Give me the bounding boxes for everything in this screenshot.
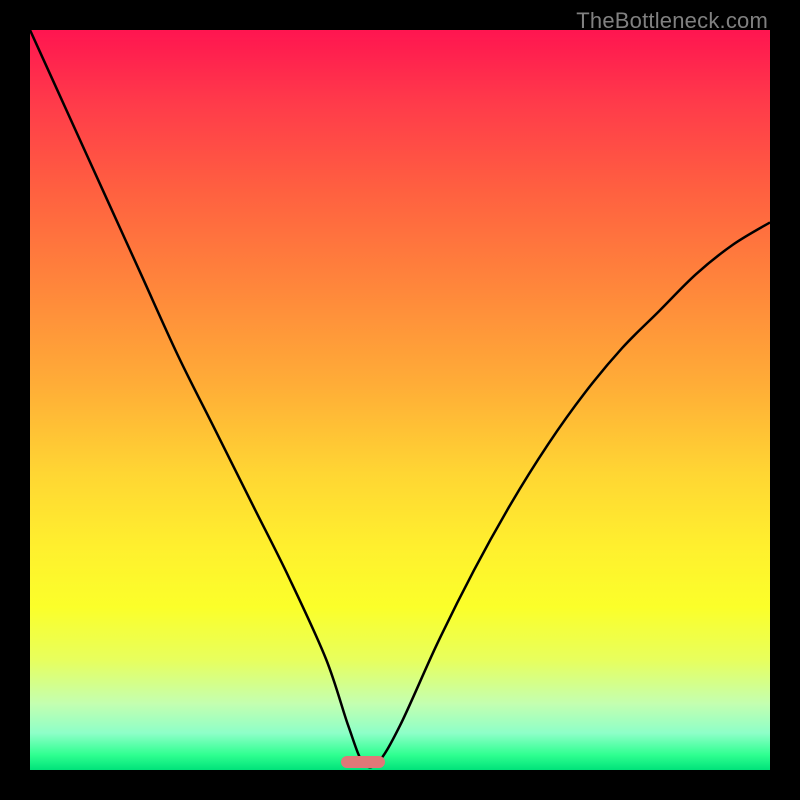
chart-frame: TheBottleneck.com xyxy=(0,0,800,800)
optimal-range-marker xyxy=(341,756,385,768)
bottleneck-curve xyxy=(30,30,770,770)
watermark-text: TheBottleneck.com xyxy=(576,8,768,34)
plot-area xyxy=(30,30,770,770)
curve-path xyxy=(30,30,770,767)
